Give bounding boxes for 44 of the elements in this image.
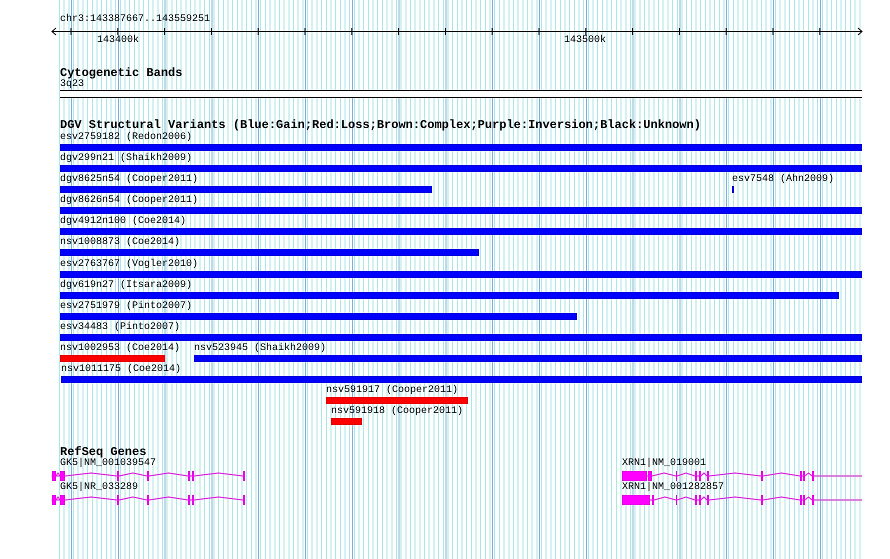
transcript-label: GK5|NR_033289 bbox=[60, 482, 138, 494]
location-label: chr3:143387667..143559251 bbox=[60, 14, 210, 26]
variant-bar[interactable] bbox=[194, 354, 862, 362]
tick-label: 143500k bbox=[564, 35, 606, 46]
variant-label: dgv619n27 (Itsara2009) bbox=[60, 280, 192, 291]
variant-bar[interactable] bbox=[61, 376, 862, 384]
variant-label: dgv4912n100 (Coe2014) bbox=[60, 216, 186, 228]
variant-label: nsv591918 (Cooper2011) bbox=[331, 406, 464, 418]
variant-label: dgv8625n54 (Cooper2011) bbox=[60, 174, 198, 186]
variant-label: nsv1002953 (Coe2014) bbox=[60, 342, 180, 354]
variant-bar[interactable] bbox=[60, 312, 577, 320]
variant-label: esv34483 (Pinto2007) bbox=[60, 322, 180, 333]
variant-bar[interactable] bbox=[60, 165, 862, 172]
variant-bar[interactable] bbox=[60, 270, 862, 278]
variant-bar[interactable] bbox=[60, 228, 862, 236]
transcript-label: GK5|NM_001039547 bbox=[60, 458, 156, 470]
variant-bar[interactable] bbox=[60, 354, 165, 362]
variant-bar[interactable] bbox=[60, 292, 839, 299]
gene-model-drawing[interactable] bbox=[622, 471, 862, 482]
band-label: 3q23 bbox=[60, 79, 84, 90]
variant-bar[interactable] bbox=[60, 334, 862, 341]
variant-bar[interactable] bbox=[60, 207, 862, 214]
gene-model-drawing[interactable] bbox=[51, 471, 245, 482]
variant-label: dgv299n21 (Shaikh2009) bbox=[60, 153, 192, 164]
variant-label: dgv8626n54 (Cooper2011) bbox=[60, 195, 198, 206]
variant-bar[interactable] bbox=[326, 397, 468, 404]
variant-label: esv7548 (Ahn2009) bbox=[732, 174, 834, 186]
variant-label: nsv591917 (Cooper2011) bbox=[326, 385, 458, 396]
variant-label: nsv1011175 (Coe2014) bbox=[61, 364, 182, 376]
variant-label: esv2751979 (Pinto2007) bbox=[60, 300, 192, 312]
gene-model-drawing[interactable] bbox=[51, 495, 245, 506]
variant-bar[interactable] bbox=[331, 418, 362, 426]
variant-label: nsv523945 (Shaikh2009) bbox=[194, 342, 326, 354]
variant-label: nsv1008873 (Coe2014) bbox=[60, 237, 180, 248]
transcript-label: XRN1|NM_001282857 bbox=[622, 482, 724, 494]
gene-model-drawing[interactable] bbox=[622, 495, 862, 506]
variant-label: esv2763767 (Vogler2010) bbox=[60, 258, 198, 270]
variant-bar[interactable] bbox=[60, 249, 479, 256]
track-title: Cytogenetic Bands bbox=[60, 66, 182, 80]
variant-bar[interactable] bbox=[60, 186, 432, 194]
variant-label: esv2759182 (Redon2006) bbox=[60, 132, 192, 143]
track-title: DGV Structural Variants (Blue:Gain;Red:Loss;Brown:Complex;Purple:Inversion;Black:Unknown) bbox=[60, 118, 701, 132]
transcript-label: XRN1|NM_019001 bbox=[622, 458, 706, 470]
tick-label: 143400k bbox=[97, 35, 140, 46]
